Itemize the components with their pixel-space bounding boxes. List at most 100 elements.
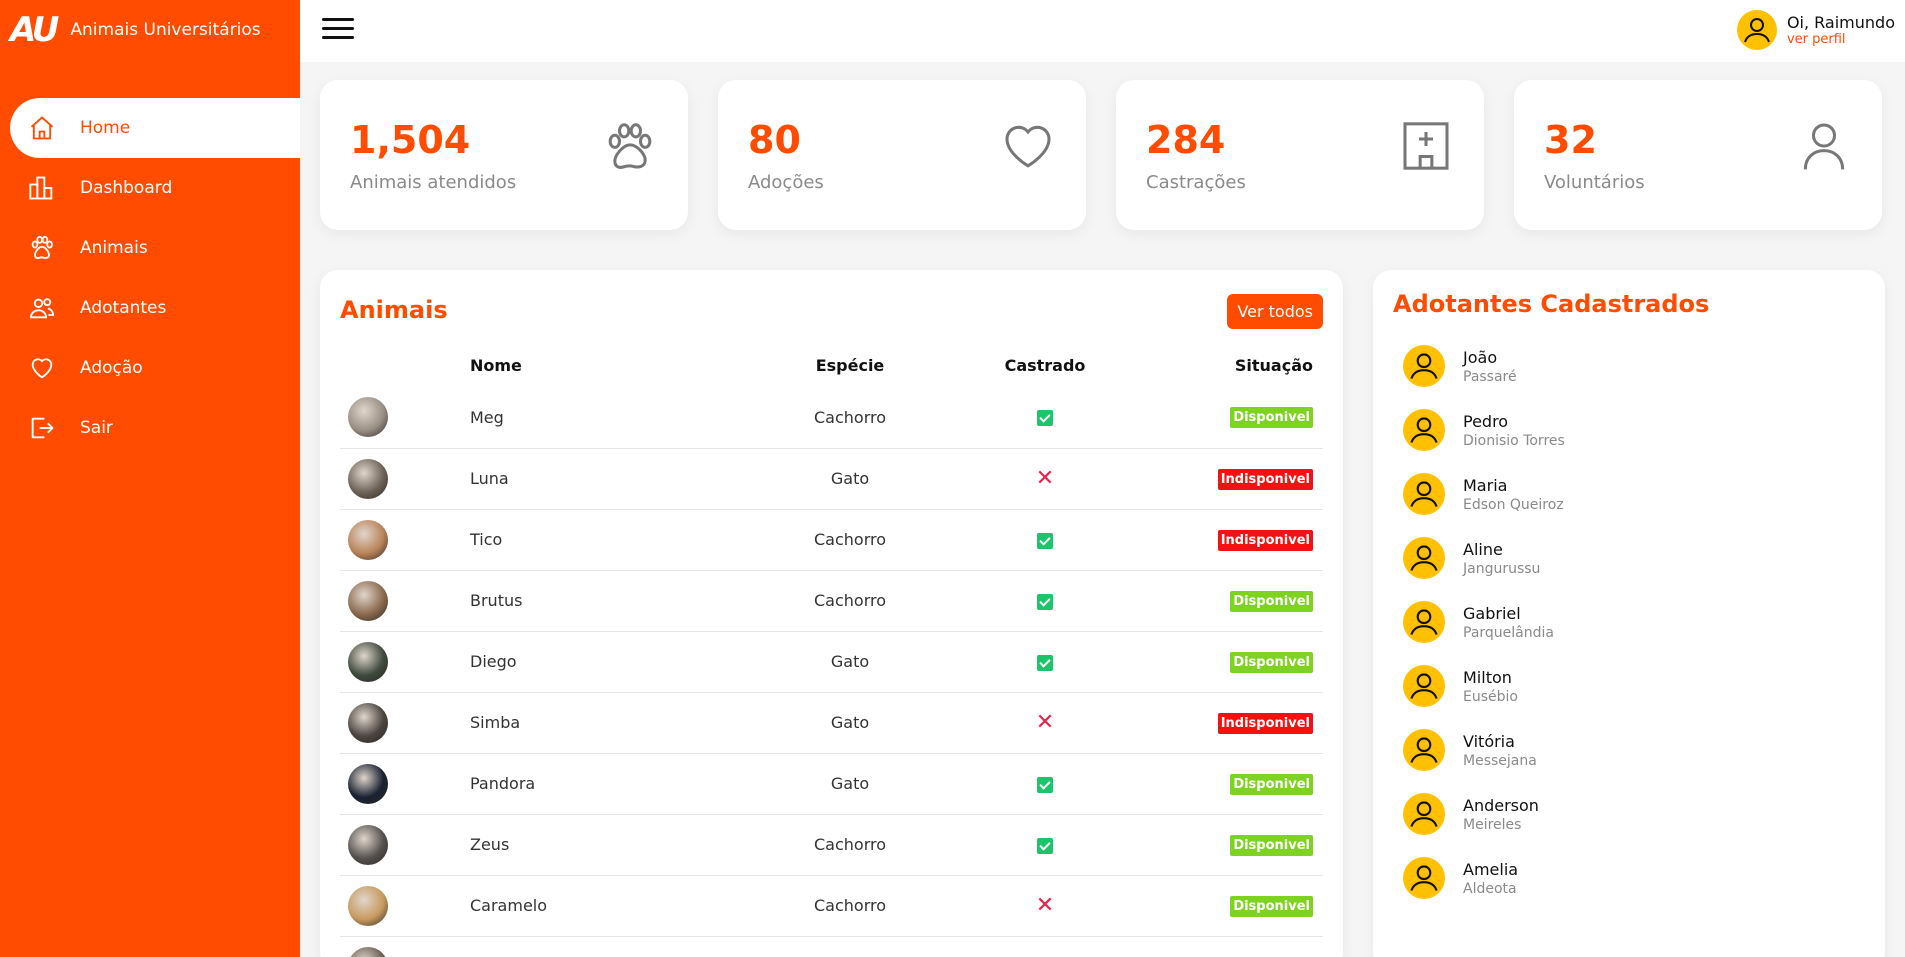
- pet-photo-cell: [340, 875, 470, 937]
- pet-species: Cachorro: [750, 875, 950, 937]
- sidebar-item-dashboard[interactable]: Dashboard: [0, 158, 300, 218]
- stat-label: Voluntários: [1544, 172, 1645, 193]
- view-all-button[interactable]: Ver todos: [1227, 294, 1323, 329]
- view-profile-link[interactable]: ver perfil: [1787, 32, 1895, 47]
- sidebar-item-adotantes[interactable]: Adotantes: [0, 278, 300, 338]
- adopter-name: João: [1463, 347, 1498, 367]
- pet-neutered: ✕: [950, 875, 1140, 937]
- pet-neutered: [950, 936, 1140, 957]
- pet-name: Brutus: [470, 570, 750, 632]
- pet-name: Luna: [470, 448, 750, 510]
- cross-icon: ✕: [1035, 709, 1055, 735]
- column-header-photo: [340, 343, 470, 387]
- adopter-item[interactable]: Milton Eusébio: [1393, 654, 1865, 718]
- animals-table: Nome Espécie Castrado Situação Meg Cachor…: [340, 343, 1323, 957]
- brand-title: Animais Universitários: [70, 20, 261, 40]
- sidebar-item-animais[interactable]: Animais: [0, 218, 300, 278]
- table-row[interactable]: Caramelo Cachorro ✕ Disponivel: [340, 875, 1323, 937]
- pet-photo: [348, 885, 388, 926]
- pet-name: Simba: [470, 692, 750, 754]
- people-icon: [28, 294, 56, 322]
- table-row[interactable]: Meg Cachorro Disponivel: [340, 387, 1323, 449]
- stat-card-voluntarios: 32 Voluntários: [1514, 80, 1882, 230]
- pet-status: Disponivel: [1140, 631, 1323, 693]
- table-row[interactable]: Pandora Gato Disponivel: [340, 753, 1323, 815]
- adopter-neighborhood: Aldeota: [1463, 880, 1517, 897]
- chart-bars-icon: [28, 174, 56, 202]
- pet-photo-cell: [340, 448, 470, 510]
- pet-name: Zeus: [470, 814, 750, 876]
- sidebar-item-home[interactable]: Home: [10, 98, 300, 158]
- table-row[interactable]: Zeus Cachorro Disponivel: [340, 814, 1323, 876]
- stats-row: 1,504 Animais atendidos 80 Adoções 284 C…: [320, 80, 1882, 230]
- user-profile[interactable]: Oi, Raimundo ver perfil: [1736, 10, 1895, 50]
- pet-photo: [348, 702, 388, 743]
- pet-name: Meg: [470, 387, 750, 449]
- person-icon: [1803, 123, 1845, 170]
- check-icon: [1037, 776, 1053, 793]
- adopter-item[interactable]: Amelia Aldeota: [1393, 846, 1865, 910]
- adopters-title: Adotantes Cadastrados: [1393, 290, 1710, 318]
- pet-status: Disponivel: [1140, 875, 1323, 937]
- adopter-name: Maria: [1463, 475, 1508, 495]
- adopter-item[interactable]: Anderson Meireles: [1393, 782, 1865, 846]
- table-row[interactable]: Brutus Cachorro Disponivel: [340, 570, 1323, 632]
- user-greeting: Oi, Raimundo: [1786, 13, 1895, 32]
- check-icon: [1037, 593, 1053, 610]
- table-row[interactable]: Tico Cachorro Indisponivel: [340, 509, 1323, 571]
- home-icon: [28, 114, 56, 142]
- table-row[interactable]: Simba Gato ✕ Indisponivel: [340, 692, 1323, 754]
- pet-status: Disponivel: [1140, 570, 1323, 632]
- adopter-item[interactable]: Gabriel Parquelândia: [1393, 590, 1865, 654]
- pet-status: Disponivel: [1140, 387, 1323, 449]
- pet-photo: [348, 458, 388, 499]
- table-row[interactable]: [340, 936, 1323, 957]
- adopter-avatar-icon: [1403, 537, 1445, 579]
- adopter-item[interactable]: Pedro Dionisio Torres: [1393, 398, 1865, 462]
- adopter-item[interactable]: Maria Edson Queiroz: [1393, 462, 1865, 526]
- hamburger-menu-icon[interactable]: [322, 18, 354, 44]
- adopter-name: Amelia: [1463, 859, 1519, 879]
- pet-photo-cell: [340, 631, 470, 693]
- pet-neutered: [950, 814, 1140, 876]
- stat-card-castracoes: 284 Castrações: [1116, 80, 1484, 230]
- table-row[interactable]: Luna Gato ✕ Indisponivel: [340, 448, 1323, 510]
- pet-status: [1140, 936, 1323, 957]
- adopter-name: Gabriel: [1463, 603, 1521, 623]
- topbar: Oi, Raimundo ver perfil: [300, 0, 1905, 62]
- pet-photo-cell: [340, 936, 470, 957]
- table-row[interactable]: Diego Gato Disponivel: [340, 631, 1323, 693]
- pet-photo: [348, 580, 388, 621]
- status-badge: Indisponivel: [1217, 712, 1313, 734]
- adopter-item[interactable]: João Passaré: [1393, 334, 1865, 398]
- adopter-name: Anderson: [1463, 795, 1539, 815]
- stat-card-animais-atendidos: 1,504 Animais atendidos: [320, 80, 688, 230]
- adopter-item[interactable]: Aline Jangurussu: [1393, 526, 1865, 590]
- status-badge: Disponivel: [1230, 895, 1313, 917]
- sidebar-item-label: Home: [80, 118, 131, 138]
- adopter-neighborhood: Meireles: [1463, 816, 1522, 833]
- pet-status: Indisponivel: [1140, 448, 1323, 510]
- column-header-neutered: Castrado: [1004, 355, 1086, 375]
- pet-neutered: ✕: [950, 448, 1140, 510]
- pet-neutered: [950, 509, 1140, 571]
- pet-photo-cell: [340, 509, 470, 571]
- status-badge: Indisponivel: [1217, 468, 1313, 490]
- pet-photo: [348, 397, 388, 438]
- sidebar-item-sair[interactable]: Sair: [0, 398, 300, 458]
- adopter-text: Amelia Aldeota: [1463, 860, 1518, 897]
- pet-species: Gato: [750, 753, 950, 815]
- heart-icon: [1005, 125, 1051, 168]
- adopter-text: Aline Jangurussu: [1463, 540, 1540, 577]
- stat-card-adocoes: 80 Adoções: [718, 80, 1086, 230]
- adopter-text: Milton Eusébio: [1463, 668, 1518, 705]
- adopter-neighborhood: Dionisio Torres: [1463, 432, 1565, 449]
- adopter-item[interactable]: Vitória Messejana: [1393, 718, 1865, 782]
- pet-photo-cell: [340, 570, 470, 632]
- pet-photo: [348, 519, 388, 560]
- status-badge: Disponivel: [1230, 651, 1313, 673]
- adopters-list: João Passaré Pedro Dionisio Torres Maria Edso…: [1393, 334, 1865, 910]
- brand[interactable]: AU Animais Universitários: [0, 0, 300, 60]
- sidebar-item-adocao[interactable]: Adoção: [0, 338, 300, 398]
- status-badge: Disponivel: [1230, 834, 1313, 856]
